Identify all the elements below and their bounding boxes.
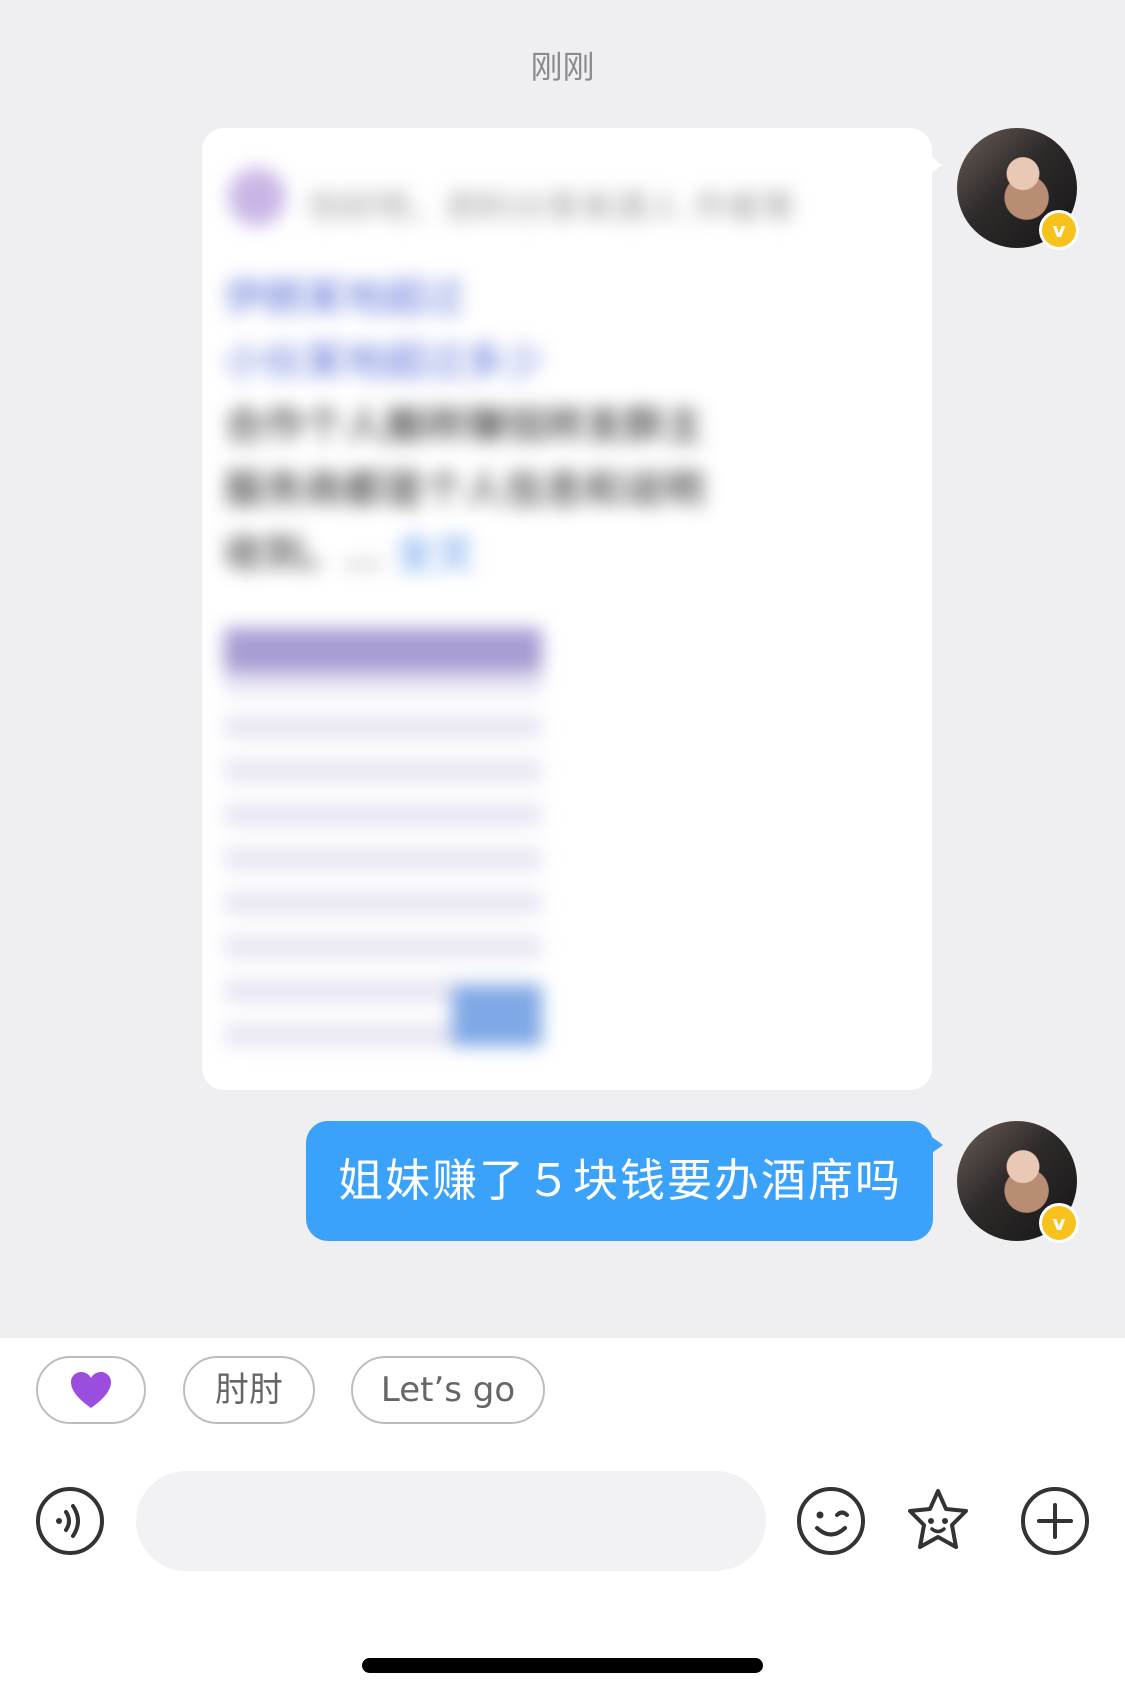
emoji-icon: [797, 1487, 865, 1555]
card-line: 小伙某地超过多少: [224, 339, 544, 385]
table-button: [452, 986, 542, 1046]
input-bar: [0, 1438, 1125, 1608]
card-header: 你好呀，资料分享来源人 作者等: [228, 162, 908, 232]
message-text: 姐妹赚了５块钱要办酒席吗: [338, 1154, 903, 1207]
plus-icon: [1021, 1487, 1089, 1555]
chat-area[interactable]: 刚刚 你好呀，资料分享来源人 作者等 伊朗某地超过 小伙某地超过多少 合作个人搬…: [0, 0, 1125, 1339]
card-line: 收到。... 全文: [224, 531, 475, 577]
message-timestamp: 刚刚: [530, 48, 595, 86]
emoji-button[interactable]: [795, 1485, 867, 1557]
card-more-link[interactable]: 全文: [395, 531, 475, 577]
verified-badge-icon: v: [1039, 1203, 1079, 1243]
purple-heart-icon: [71, 1371, 111, 1408]
avatar[interactable]: v: [957, 128, 1079, 250]
shared-card-message[interactable]: 你好呀，资料分享来源人 作者等 伊朗某地超过 小伙某地超过多少 合作个人搬砖赚钱…: [202, 128, 932, 1090]
home-indicator: [362, 1658, 763, 1673]
card-image-table: [224, 628, 542, 1046]
more-button[interactable]: [1019, 1485, 1091, 1557]
table-header-band: [224, 628, 542, 672]
card-line: 服务商都是个人信息和说明: [224, 467, 704, 513]
card-author-avatar: [228, 168, 286, 226]
card-line: 合作个人搬砖赚钱转发群主: [224, 403, 704, 449]
voice-icon: [36, 1487, 104, 1555]
message-input[interactable]: [136, 1471, 766, 1571]
quick-reply-zhouzhou[interactable]: 肘肘: [183, 1356, 315, 1424]
card-body: 伊朗某地超过 小伙某地超过多少 合作个人搬砖赚钱转发群主 服务商都是个人信息和说…: [224, 266, 884, 586]
voice-button[interactable]: [34, 1485, 106, 1557]
outgoing-message-bubble[interactable]: 姐妹赚了５块钱要办酒席吗: [306, 1121, 933, 1241]
quick-reply-bar: 肘肘 Let’s go: [0, 1338, 1125, 1438]
card-header-text: 你好呀，资料分享来源人 作者等: [308, 188, 795, 228]
sticker-icon: [908, 1489, 968, 1549]
bubble-tail: [928, 154, 942, 176]
sticker-button[interactable]: [902, 1485, 974, 1557]
quick-reply-heart[interactable]: [36, 1356, 146, 1424]
avatar[interactable]: v: [957, 1121, 1079, 1243]
verified-badge-icon: v: [1039, 210, 1079, 250]
quick-reply-lets-go[interactable]: Let’s go: [351, 1356, 545, 1424]
card-line: 伊朗某地超过: [224, 275, 464, 321]
bubble-tail: [929, 1135, 943, 1155]
